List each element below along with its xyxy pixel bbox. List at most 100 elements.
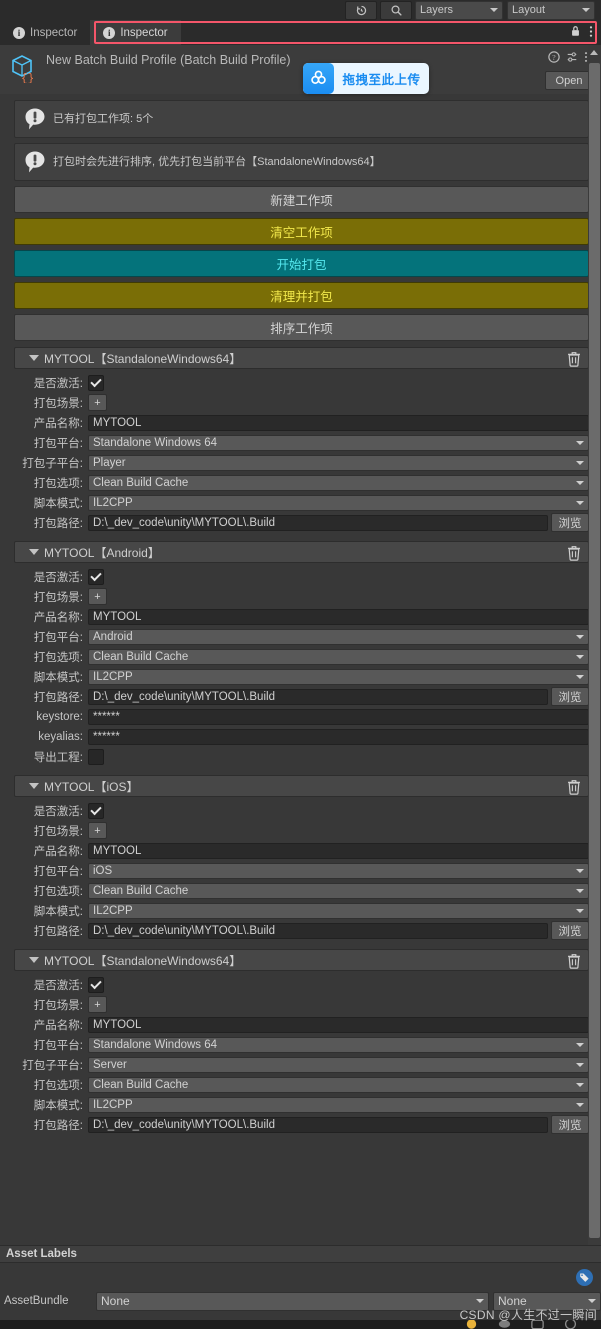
add-scene-button[interactable]: + <box>88 822 107 839</box>
chevron-down-icon <box>576 1082 584 1087</box>
product-name-input[interactable]: MYTOOL <box>88 608 589 625</box>
section-foldout-header[interactable]: MYTOOL【Android】 <box>14 541 589 563</box>
field-row-scenes: 打包场景: + <box>14 393 589 412</box>
chevron-down-icon <box>576 888 584 893</box>
build-path-input[interactable]: D:\_dev_code\unity\MYTOOL\.Build <box>88 514 548 531</box>
field-label: 打包平台: <box>33 631 83 644</box>
field-label: 打包选项: <box>33 477 83 490</box>
kebab-menu-icon[interactable] <box>589 25 593 41</box>
tab-inspector-2[interactable]: i Inspector <box>90 20 181 45</box>
browse-button[interactable]: 浏览 <box>551 513 589 532</box>
field-label: 打包选项: <box>33 1079 83 1092</box>
platform-dropdown[interactable]: Standalone Windows 64 <box>88 1036 589 1053</box>
build-options-dropdown[interactable]: Clean Build Cache <box>88 882 589 899</box>
asset-labels-area <box>0 1263 601 1291</box>
subtarget-dropdown[interactable]: Server <box>88 1056 589 1073</box>
add-scene-button[interactable]: + <box>88 996 107 1013</box>
platform-dropdown[interactable]: Android <box>88 628 589 645</box>
subtarget-dropdown[interactable]: Player <box>88 454 589 471</box>
active-checkbox[interactable] <box>88 802 104 819</box>
field-label: 脚本模式: <box>33 671 83 684</box>
chevron-down-icon <box>576 1042 584 1047</box>
open-button[interactable]: Open <box>545 71 593 90</box>
field-row-platform: 打包平台: iOS <box>14 861 589 880</box>
section-foldout-header[interactable]: MYTOOL【iOS】 <box>14 775 589 797</box>
dropdown-value: Android <box>93 630 133 643</box>
lock-icon[interactable] <box>570 25 581 40</box>
field-row-keystore: keystore: ****** <box>14 707 589 726</box>
product-name-input[interactable]: MYTOOL <box>88 1016 589 1033</box>
export-project-checkbox[interactable] <box>88 748 104 765</box>
active-checkbox[interactable] <box>88 976 104 993</box>
build-path-input[interactable]: D:\_dev_code\unity\MYTOOL\.Build <box>88 922 548 939</box>
layout-dropdown[interactable]: Layout <box>507 0 595 20</box>
build-options-dropdown[interactable]: Clean Build Cache <box>88 648 589 665</box>
trash-icon[interactable] <box>567 953 581 969</box>
triangle-down-icon[interactable] <box>29 355 39 361</box>
build-options-dropdown[interactable]: Clean Build Cache <box>88 474 589 491</box>
chevron-down-icon <box>588 1299 596 1303</box>
script-mode-dropdown[interactable]: IL2CPP <box>88 902 589 919</box>
chevron-down-icon <box>576 674 584 679</box>
scroll-up-arrow-icon[interactable] <box>590 50 598 55</box>
trash-icon[interactable] <box>567 779 581 795</box>
help-icon[interactable]: ? <box>548 51 560 66</box>
build-options-dropdown[interactable]: Clean Build Cache <box>88 1076 589 1093</box>
start-build-button[interactable]: 开始打包 <box>14 250 589 277</box>
add-scene-button[interactable]: + <box>88 394 107 411</box>
scrollbar-thumb[interactable] <box>589 63 600 1238</box>
field-label: 导出工程: <box>33 751 83 764</box>
triangle-down-icon[interactable] <box>29 957 39 963</box>
platform-dropdown[interactable]: iOS <box>88 862 589 879</box>
trash-icon[interactable] <box>567 351 581 367</box>
platform-dropdown[interactable]: Standalone Windows 64 <box>88 434 589 451</box>
browse-button[interactable]: 浏览 <box>551 921 589 940</box>
layers-dropdown[interactable]: Layers <box>415 0 503 20</box>
keystore-input[interactable]: ****** <box>88 708 589 725</box>
dropdown-value: iOS <box>93 864 113 877</box>
field-row-platform: 打包平台: Standalone Windows 64 <box>14 433 589 452</box>
product-name-input[interactable]: MYTOOL <box>88 414 589 431</box>
build-path-input[interactable]: D:\_dev_code\unity\MYTOOL\.Build <box>88 1116 548 1133</box>
field-row-product-name: 产品名称: MYTOOL <box>14 607 589 626</box>
preset-icon[interactable] <box>566 51 578 66</box>
label-tag-icon[interactable] <box>576 1269 593 1286</box>
add-scene-button[interactable]: + <box>88 588 107 605</box>
dropdown-value: IL2CPP <box>93 1098 133 1111</box>
drag-upload-widget[interactable]: 拖拽至此上传 <box>303 63 429 94</box>
clean-and-build-button[interactable]: 清理并打包 <box>14 282 589 309</box>
field-row-platform: 打包平台: Android <box>14 627 589 646</box>
script-mode-dropdown[interactable]: IL2CPP <box>88 1096 589 1113</box>
field-row-export-project: 导出工程: <box>14 747 589 766</box>
section-foldout-header[interactable]: MYTOOL【StandaloneWindows64】 <box>14 949 589 971</box>
chevron-down-icon <box>476 1299 484 1303</box>
triangle-down-icon[interactable] <box>29 783 39 789</box>
field-label: 脚本模式: <box>33 497 83 510</box>
new-workitem-button[interactable]: 新建工作项 <box>14 186 589 213</box>
product-name-input[interactable]: MYTOOL <box>88 842 589 859</box>
section-foldout-header[interactable]: MYTOOL【StandaloneWindows64】 <box>14 347 589 369</box>
field-row-keyalias: keyalias: ****** <box>14 727 589 746</box>
clear-workitems-button[interactable]: 清空工作项 <box>14 218 589 245</box>
build-path-input[interactable]: D:\_dev_code\unity\MYTOOL\.Build <box>88 688 548 705</box>
inspector-scrollbar[interactable] <box>588 45 601 1245</box>
search-icon[interactable] <box>380 0 412 20</box>
script-mode-dropdown[interactable]: IL2CPP <box>88 668 589 685</box>
field-row-subtarget: 打包子平台: Player <box>14 453 589 472</box>
triangle-down-icon[interactable] <box>29 549 39 555</box>
tab-inspector-1[interactable]: i Inspector <box>0 20 90 45</box>
keyalias-input[interactable]: ****** <box>88 728 589 745</box>
assetbundle-dropdown[interactable]: None <box>96 1291 489 1311</box>
script-mode-dropdown[interactable]: IL2CPP <box>88 494 589 511</box>
trash-icon[interactable] <box>567 545 581 561</box>
history-icon[interactable] <box>345 0 377 20</box>
cloud-upload-icon <box>303 63 334 94</box>
browse-button[interactable]: 浏览 <box>551 1115 589 1134</box>
dropdown-value: Clean Build Cache <box>93 1078 189 1091</box>
active-checkbox[interactable] <box>88 374 104 391</box>
sort-workitems-button[interactable]: 排序工作项 <box>14 314 589 341</box>
field-label: 是否激活: <box>33 805 83 818</box>
field-row-build-options: 打包选项: Clean Build Cache <box>14 881 589 900</box>
browse-button[interactable]: 浏览 <box>551 687 589 706</box>
active-checkbox[interactable] <box>88 568 104 585</box>
